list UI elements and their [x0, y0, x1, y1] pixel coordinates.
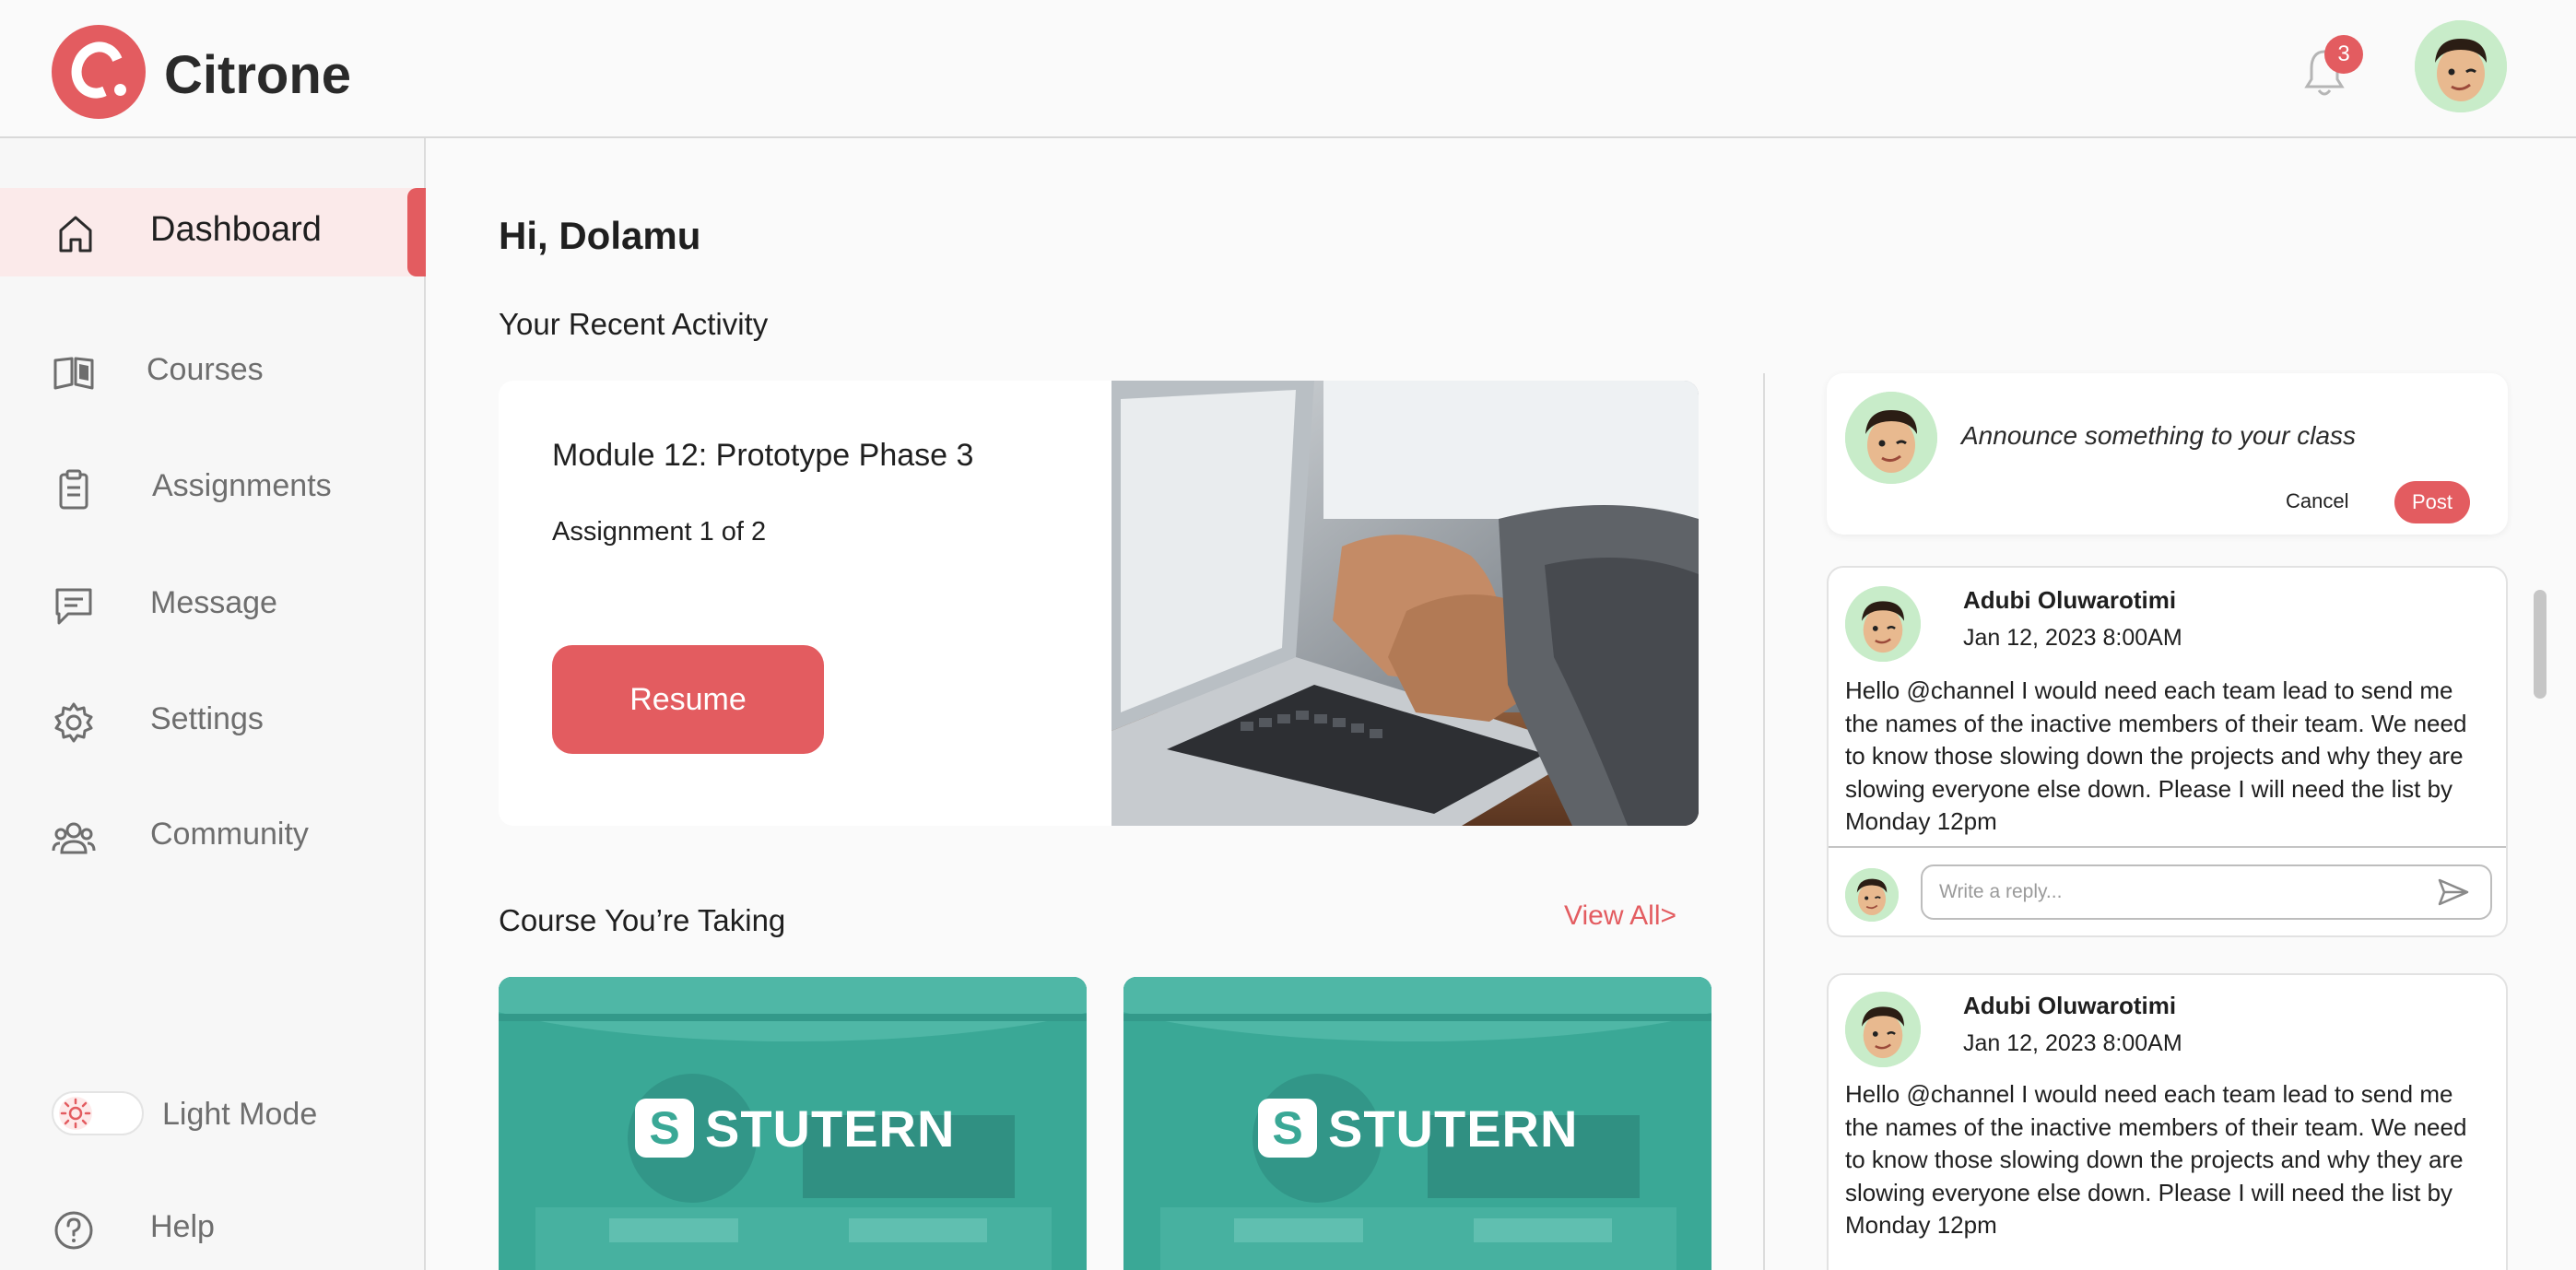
home-icon — [59, 216, 92, 253]
view-all-link[interactable]: View All> — [1564, 900, 1676, 932]
sidebar-item-assignments[interactable]: Assignments — [0, 443, 426, 532]
laptop-photo — [1112, 381, 1699, 826]
stutern-mark: S — [1258, 1099, 1317, 1158]
help-label: Help — [150, 1209, 215, 1244]
resume-button[interactable]: Resume — [552, 645, 824, 754]
feed-scrollbar[interactable] — [2534, 590, 2547, 699]
sidebar-item-label: Message — [150, 585, 277, 620]
greeting: Hi, Dolamu — [499, 214, 701, 257]
announcement-composer: Announce something to your class Cancel … — [1827, 373, 2508, 535]
composer-avatar — [1845, 392, 1937, 484]
reply-input[interactable] — [1921, 864, 2492, 920]
post-author-avatar — [1845, 586, 1921, 662]
users-icon — [52, 822, 96, 854]
sidebar-item-label: Courses — [147, 352, 264, 387]
module-title: Module 12: Prototype Phase 3 — [552, 438, 974, 473]
course-card[interactable]: S STUTERN — [1123, 977, 1711, 1270]
content-divider — [1763, 373, 1765, 1270]
send-icon[interactable] — [2437, 877, 2470, 907]
logo-dot — [114, 84, 126, 96]
recent-activity-card: Module 12: Prototype Phase 3 Assignment … — [499, 381, 1699, 826]
stutern-logo: S STUTERN — [635, 1095, 955, 1161]
courses-title: Course You’re Taking — [499, 903, 786, 937]
sidebar-item-label: Community — [150, 817, 309, 852]
sidebar-item-community[interactable]: Community — [0, 792, 426, 880]
notification-badge: 3 — [2324, 35, 2363, 74]
feed-post: Adubi Oluwarotimi Jan 12, 2023 8:00AM He… — [1827, 973, 2508, 1270]
feed-post: Adubi Oluwarotimi Jan 12, 2023 8:00AM He… — [1827, 566, 2508, 937]
reply-bar — [1829, 846, 2506, 935]
sidebar: Dashboard Courses Assignments Message Se… — [0, 138, 426, 1270]
stutern-logo: S STUTERN — [1258, 1095, 1578, 1161]
stutern-wordmark: STUTERN — [705, 1099, 956, 1158]
sidebar-item-label: Assignments — [152, 468, 332, 503]
toggle-knob — [59, 1097, 92, 1130]
cancel-button[interactable]: Cancel — [2286, 489, 2348, 513]
course-card[interactable]: S STUTERN — [499, 977, 1087, 1270]
light-mode-toggle[interactable] — [52, 1091, 144, 1135]
brand-name: Citrone — [164, 45, 351, 105]
stutern-mark: S — [635, 1099, 694, 1158]
sidebar-item-settings[interactable]: Settings — [0, 676, 426, 765]
light-mode-label: Light Mode — [162, 1097, 318, 1132]
assignment-progress: Assignment 1 of 2 — [552, 517, 767, 547]
sidebar-item-courses[interactable]: Courses — [0, 327, 426, 416]
announce-input[interactable]: Announce something to your class — [1961, 421, 2356, 451]
top-bar: Citrone 3 — [0, 0, 2576, 138]
gear-icon — [54, 702, 93, 743]
sidebar-item-help[interactable]: Help — [0, 1188, 426, 1270]
user-avatar[interactable] — [2415, 20, 2507, 112]
sun-icon — [60, 1098, 91, 1129]
clipboard-icon — [59, 469, 88, 510]
post-author: Adubi Oluwarotimi — [1963, 586, 2177, 614]
sidebar-item-label: Settings — [150, 701, 264, 736]
post-author-avatar — [1845, 992, 1921, 1067]
post-body: Hello @channel I would need each team le… — [1845, 676, 2467, 835]
recent-activity-title: Your Recent Activity — [499, 307, 769, 341]
message-icon — [55, 588, 92, 625]
post-author: Adubi Oluwarotimi — [1963, 992, 2177, 1019]
post-body: Hello @channel I would need each team le… — [1845, 1080, 2467, 1239]
stutern-wordmark: STUTERN — [1328, 1099, 1579, 1158]
book-icon — [53, 357, 94, 390]
sidebar-item-label: Dashboard — [150, 210, 322, 249]
citrone-logo[interactable] — [52, 25, 146, 119]
post-date: Jan 12, 2023 8:00AM — [1963, 1030, 2182, 1056]
active-indicator — [407, 188, 426, 276]
post-button[interactable]: Post — [2394, 481, 2470, 523]
post-date: Jan 12, 2023 8:00AM — [1963, 625, 2182, 651]
sidebar-item-dashboard[interactable]: Dashboard — [0, 188, 426, 276]
sidebar-item-message[interactable]: Message — [0, 560, 426, 649]
reply-avatar — [1845, 868, 1899, 922]
help-icon — [54, 1211, 93, 1250]
